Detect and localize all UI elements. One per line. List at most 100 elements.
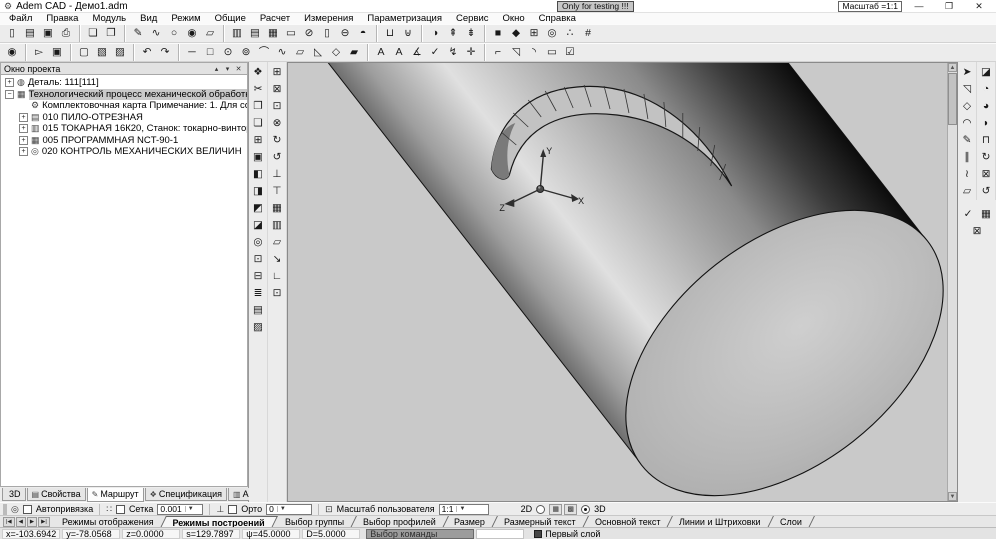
menu-parametrize[interactable]: Параметризация bbox=[360, 13, 449, 24]
erase-region-icon[interactable]: ⊠ bbox=[978, 166, 995, 183]
last-tab-button[interactable]: ▶| bbox=[38, 516, 50, 527]
check-icon[interactable]: ✓ bbox=[426, 44, 444, 61]
arrow-se-icon[interactable]: ↘ bbox=[269, 251, 286, 268]
merge-icon[interactable]: ◩ bbox=[250, 200, 267, 217]
box-icon[interactable]: ▥ bbox=[228, 25, 246, 42]
extrude-up-icon[interactable]: ⊥ bbox=[269, 166, 286, 183]
frame-icon[interactable]: ▨ bbox=[111, 44, 129, 61]
cube-rotate-icon[interactable]: ⊠ bbox=[269, 81, 286, 98]
ortho-checkbox[interactable] bbox=[228, 504, 238, 514]
menu-service[interactable]: Сервис bbox=[449, 13, 496, 24]
menu-edit[interactable]: Правка bbox=[39, 13, 85, 24]
tree-expander[interactable]: + bbox=[19, 124, 28, 134]
render-icon[interactable]: ◎ bbox=[250, 234, 267, 251]
book-icon[interactable]: ▤ bbox=[250, 302, 267, 319]
tree-item-020[interactable]: + ◎ 020 КОНТРОЛЬ МЕХАНИЧЕСКИХ ВЕЛИЧИН bbox=[1, 146, 247, 158]
pencil-icon[interactable]: ✎ bbox=[129, 25, 147, 42]
new-document-icon[interactable]: ▯ bbox=[3, 25, 21, 42]
cut-icon[interactable]: ✂ bbox=[250, 81, 267, 98]
curve-icon[interactable]: ∿ bbox=[273, 44, 291, 61]
pie-icon[interactable]: ◕ bbox=[978, 98, 995, 115]
chamfer-icon[interactable]: ▭ bbox=[543, 44, 561, 61]
close-panel-icon[interactable]: ✕ bbox=[233, 65, 244, 73]
stack-icon[interactable]: ▦ bbox=[269, 200, 286, 217]
minimize-button[interactable]: — bbox=[906, 0, 932, 12]
offset-icon[interactable]: ▱ bbox=[959, 183, 976, 200]
text-edit-icon[interactable]: A bbox=[390, 44, 408, 61]
tab-route[interactable]: ✎ Маршрут bbox=[86, 488, 144, 502]
polygon-edit-icon[interactable]: ◇ bbox=[959, 98, 976, 115]
select-doc-icon[interactable]: ❖ bbox=[250, 64, 267, 81]
menu-common[interactable]: Общие bbox=[208, 13, 253, 24]
arc-edit-icon[interactable]: ◠ bbox=[959, 115, 976, 132]
confirm-icon[interactable]: ☑ bbox=[561, 44, 579, 61]
tab-3d[interactable]: 3D bbox=[2, 488, 26, 501]
delete-face-icon[interactable]: ⊗ bbox=[269, 115, 286, 132]
bend-icon[interactable]: ↺ bbox=[269, 149, 286, 166]
ortho-angle-select[interactable]: 0 ▼ bbox=[266, 503, 313, 515]
menu-calc[interactable]: Расчет bbox=[253, 13, 297, 24]
subtract-icon[interactable]: ◪ bbox=[250, 217, 267, 234]
scroll-up-arrow[interactable]: ▲ bbox=[948, 63, 957, 72]
cursor-tool-icon[interactable]: ➤ bbox=[959, 64, 976, 81]
angle-icon[interactable]: ∟ bbox=[269, 268, 286, 285]
solid-icon[interactable]: ■ bbox=[489, 25, 507, 42]
regen-icon[interactable]: ↺ bbox=[978, 183, 995, 200]
insert-up-icon[interactable]: ⇞ bbox=[444, 25, 462, 42]
view-cube-icon[interactable]: ⊡ bbox=[250, 251, 267, 268]
tree-item-005[interactable]: + ▦ 005 ПРОГРАММНАЯ NCT-90-1 bbox=[1, 135, 247, 147]
cylinder-trim-icon[interactable]: ◑ bbox=[426, 25, 444, 42]
tree-expander[interactable]: + bbox=[19, 135, 28, 145]
group-icon[interactable]: ▣ bbox=[250, 149, 267, 166]
triangle-icon[interactable]: ◺ bbox=[309, 44, 327, 61]
first-tab-button[interactable]: |◀ bbox=[3, 516, 15, 527]
box-shell-icon[interactable]: ▤ bbox=[246, 25, 264, 42]
next-tab-button[interactable]: ▶ bbox=[26, 516, 38, 527]
solid-tool-icon[interactable]: ⊓ bbox=[978, 132, 995, 149]
text-icon[interactable]: A bbox=[372, 44, 390, 61]
block-icon[interactable]: ▯ bbox=[318, 25, 336, 42]
print-icon[interactable]: ⎙ bbox=[57, 25, 75, 42]
open-icon[interactable]: ▤ bbox=[21, 25, 39, 42]
sheet-check-icon[interactable]: ▧ bbox=[93, 44, 111, 61]
command-prompt[interactable]: Выбор команды bbox=[366, 528, 475, 539]
cancel-hatch-icon[interactable]: ⊠ bbox=[968, 223, 986, 240]
corner-icon[interactable]: ⌐ bbox=[489, 44, 507, 61]
prev-tab-button[interactable]: ◀ bbox=[15, 516, 26, 527]
half-disc-icon[interactable]: ◗ bbox=[978, 115, 995, 132]
circle-radius-icon[interactable]: ⊚ bbox=[237, 44, 255, 61]
hatch-angle-icon[interactable]: ∥ bbox=[959, 149, 976, 166]
parallelogram-icon[interactable]: ▱ bbox=[291, 44, 309, 61]
pin-icon[interactable]: ▾ bbox=[222, 65, 233, 73]
tree-item-010[interactable]: + ▤ 010 ПИЛО-ОТРЕЗНАЯ bbox=[1, 112, 247, 124]
3d-canvas[interactable]: Y X Z bbox=[288, 63, 947, 501]
paste-flag-icon[interactable]: ❏ bbox=[84, 25, 102, 42]
user-scale-select[interactable]: 1:1 ▼ bbox=[438, 503, 489, 515]
tree-item-tech-process[interactable]: − ▦ Технологический процесс механической… bbox=[1, 88, 247, 101]
spline-icon[interactable]: ∿ bbox=[147, 25, 165, 42]
select-arrow-icon[interactable]: ▻ bbox=[30, 44, 48, 61]
grid-step-select[interactable]: 0.001 ▼ bbox=[157, 503, 204, 515]
corner-trim-icon[interactable]: ◹ bbox=[959, 81, 976, 98]
revolve-icon[interactable]: ↻ bbox=[269, 132, 286, 149]
cube-scale-icon[interactable]: ⊡ bbox=[269, 98, 286, 115]
tab-display-modes[interactable]: Режимы отображения bbox=[49, 515, 167, 528]
command-input[interactable] bbox=[476, 528, 525, 539]
preview-icon[interactable]: ⊡ bbox=[269, 285, 286, 302]
clone-icon[interactable]: ⊞ bbox=[250, 132, 267, 149]
insert-down-icon[interactable]: ⇟ bbox=[462, 25, 480, 42]
round-icon[interactable]: ◝ bbox=[525, 44, 543, 61]
tab-layers[interactable]: Слои bbox=[767, 515, 815, 528]
scroll-down-arrow[interactable]: ▼ bbox=[948, 492, 957, 501]
extrude-down-icon[interactable]: ⊤ bbox=[269, 183, 286, 200]
tab-main-text[interactable]: Основной текст bbox=[582, 515, 674, 528]
layer-indicator[interactable]: Первый слой bbox=[534, 529, 600, 539]
box-frame-icon[interactable]: ▦ bbox=[264, 25, 282, 42]
target-icon[interactable]: ◉ bbox=[3, 44, 21, 61]
scrollbar-thumb[interactable] bbox=[948, 73, 957, 125]
tree-item-detail[interactable]: + ◍ Деталь: 111[111] bbox=[1, 77, 247, 89]
menu-module[interactable]: Модуль bbox=[85, 13, 133, 24]
menu-help[interactable]: Справка bbox=[532, 13, 583, 24]
tab-dimension-text[interactable]: Размерный текст bbox=[492, 515, 589, 528]
filled-rect-icon[interactable]: ▰ bbox=[345, 44, 363, 61]
